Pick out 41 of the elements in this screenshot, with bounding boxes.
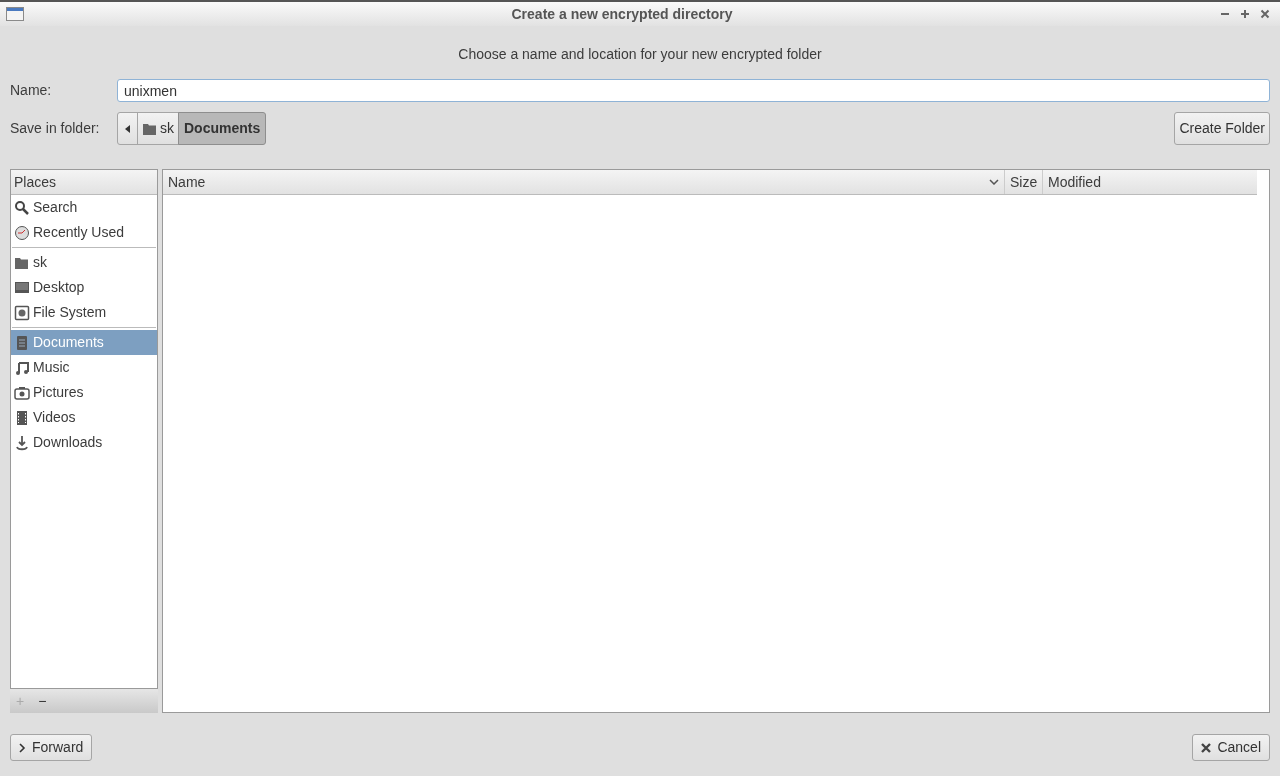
sort-icon xyxy=(989,179,999,185)
search-icon xyxy=(14,199,30,216)
name-field[interactable]: unixmen xyxy=(117,79,1270,102)
left-arrow-icon xyxy=(125,124,130,133)
path-back-button[interactable] xyxy=(117,112,138,145)
window-title: Create a new encrypted directory xyxy=(511,5,733,22)
film-icon xyxy=(14,409,30,426)
music-note-icon xyxy=(14,359,30,376)
places-item[interactable]: Desktop xyxy=(11,275,157,300)
column-header[interactable]: Size xyxy=(1005,170,1043,194)
forward-button[interactable]: Forward xyxy=(10,734,93,761)
places-item[interactable]: sk xyxy=(11,250,157,275)
clock-icon xyxy=(14,224,30,241)
dialog-heading: Choose a name and location for your new encrypted folder xyxy=(458,45,822,64)
drive-icon xyxy=(14,304,30,321)
monitor-icon xyxy=(14,279,30,296)
create-folder-button[interactable]: Create Folder xyxy=(1174,112,1270,145)
remove-button[interactable]: − xyxy=(38,690,47,712)
download-icon xyxy=(14,434,30,451)
column-header: Places xyxy=(14,172,57,192)
save-in-label: Save in folder: xyxy=(10,119,101,138)
close-icon xyxy=(1201,742,1212,753)
places-item[interactable]: Pictures xyxy=(11,380,157,405)
places-item[interactable]: Search xyxy=(11,195,157,220)
chevron-right-icon xyxy=(19,742,26,753)
column-header[interactable]: Modified xyxy=(1043,170,1257,194)
camera-icon xyxy=(14,384,30,401)
places-item[interactable]: Videos xyxy=(11,405,157,430)
column-header[interactable]: Name xyxy=(163,170,1005,194)
places-item[interactable]: Recently Used xyxy=(11,220,157,245)
name-label: Name: xyxy=(10,81,53,100)
cancel-button[interactable]: Cancel xyxy=(1192,734,1270,761)
path-button[interactable]: sk xyxy=(137,112,179,145)
maximize-icon[interactable] xyxy=(1240,9,1250,19)
close-icon[interactable] xyxy=(1260,9,1270,19)
window-icon xyxy=(6,7,24,21)
places-item[interactable]: Downloads xyxy=(11,430,157,455)
document-icon xyxy=(14,334,30,351)
places-item[interactable]: File System xyxy=(11,300,157,325)
path-button[interactable]: Documents xyxy=(178,112,267,145)
places-item[interactable]: Music xyxy=(11,355,157,380)
